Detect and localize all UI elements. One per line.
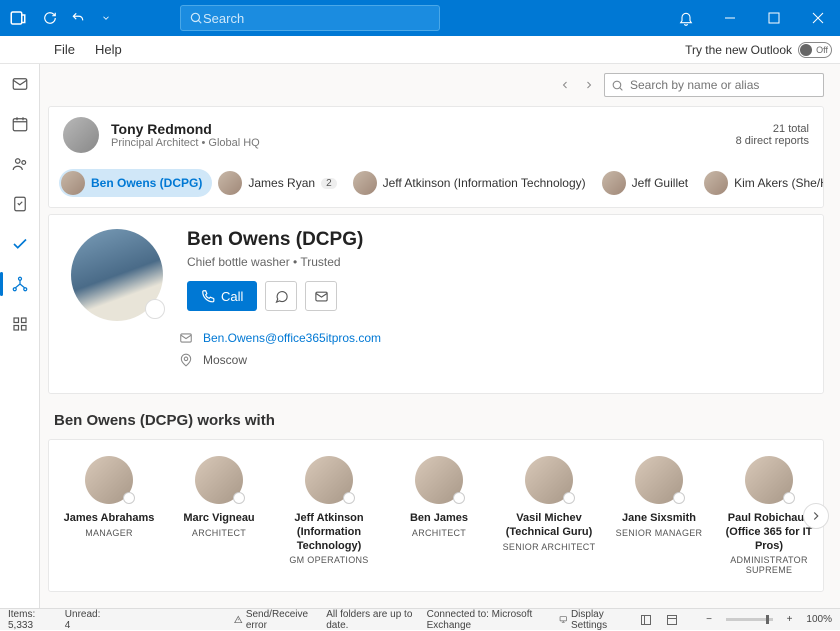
menu-file[interactable]: File [44, 42, 85, 57]
status-send-error[interactable]: Send/Receive error [234, 609, 312, 631]
maximize-button[interactable] [752, 0, 796, 36]
profile-name: Ben Owens (DCPG) [187, 229, 363, 251]
person-avatar [415, 456, 463, 504]
report-tab[interactable]: Jeff Guillet [600, 169, 698, 197]
profile-avatar [71, 229, 163, 321]
person-avatar [305, 456, 353, 504]
view-reading-icon[interactable] [666, 614, 678, 626]
profile-location: Moscow [203, 353, 247, 367]
outlook-app-icon [0, 9, 36, 27]
status-uptodate: All folders are up to date. [326, 609, 412, 631]
works-with-heading: Ben Owens (DCPG) works with [54, 412, 824, 429]
person-avatar [525, 456, 573, 504]
status-items: Items: 5,333 [8, 609, 51, 631]
global-search[interactable] [180, 5, 440, 31]
nav-todo-icon[interactable] [6, 230, 34, 258]
report-tab[interactable]: Ben Owens (DCPG) [59, 169, 212, 197]
profile-subtitle: Chief bottle washer • Trusted [187, 255, 363, 269]
status-display-settings[interactable]: Display Settings [559, 609, 626, 631]
undo-icon[interactable] [64, 4, 92, 32]
nav-forward-button[interactable] [580, 76, 598, 94]
nav-back-button[interactable] [556, 76, 574, 94]
person-card[interactable]: Ben JamesARCHITECT [389, 456, 489, 575]
nav-tasks-icon[interactable] [6, 190, 34, 218]
scroll-right-button[interactable] [803, 503, 829, 529]
nav-more-icon[interactable] [6, 310, 34, 338]
call-button[interactable]: Call [187, 281, 257, 311]
zoom-slider[interactable] [726, 618, 773, 621]
dropdown-icon[interactable] [92, 4, 120, 32]
profile-email-link[interactable]: Ben.Owens@office365itpros.com [203, 331, 381, 345]
header-total: 21 total [736, 123, 809, 135]
location-icon [179, 353, 193, 367]
nav-org-icon[interactable] [6, 270, 34, 298]
nav-people-icon[interactable] [6, 150, 34, 178]
person-card[interactable]: Jane SixsmithSENIOR MANAGER [609, 456, 709, 575]
report-tab[interactable]: Kim Akers (She/Her) [702, 169, 823, 197]
email-button[interactable] [305, 281, 337, 311]
nav-mail-icon[interactable] [6, 70, 34, 98]
tab-avatar [61, 171, 85, 195]
person-avatar [635, 456, 683, 504]
sync-icon[interactable] [36, 4, 64, 32]
person-avatar [195, 456, 243, 504]
try-new-toggle[interactable]: Off [798, 42, 832, 58]
report-tab[interactable]: James Ryan2 [216, 169, 346, 197]
report-tab[interactable]: Jeff Atkinson (Information Technology) [351, 169, 596, 197]
tab-avatar [218, 171, 242, 195]
person-avatar [85, 456, 133, 504]
person-card[interactable]: Jeff Atkinson (Information Technology)GM… [279, 456, 379, 575]
menu-help[interactable]: Help [85, 42, 132, 57]
header-subtitle: Principal Architect • Global HQ [111, 137, 260, 149]
people-search[interactable] [604, 73, 824, 97]
global-search-input[interactable] [203, 11, 431, 26]
person-card[interactable]: Marc VigneauARCHITECT [169, 456, 269, 575]
zoom-out-icon[interactable]: − [706, 614, 712, 625]
nav-calendar-icon[interactable] [6, 110, 34, 138]
minimize-button[interactable] [708, 0, 752, 36]
zoom-in-icon[interactable]: + [787, 614, 793, 625]
zoom-level: 100% [806, 614, 832, 625]
person-card[interactable]: Vasil Michev (Technical Guru)SENIOR ARCH… [499, 456, 599, 575]
tab-avatar [353, 171, 377, 195]
chat-button[interactable] [265, 281, 297, 311]
person-card[interactable]: James AbrahamsMANAGER [59, 456, 159, 575]
header-reports: 8 direct reports [736, 135, 809, 147]
header-name: Tony Redmond [111, 121, 260, 137]
close-button[interactable] [796, 0, 840, 36]
tab-avatar [704, 171, 728, 195]
tab-avatar [602, 171, 626, 195]
try-new-label: Try the new Outlook [685, 43, 792, 57]
status-connected: Connected to: Microsoft Exchange [427, 609, 546, 631]
presence-indicator [145, 299, 165, 319]
header-avatar [63, 117, 99, 153]
bell-icon[interactable] [664, 0, 708, 36]
email-icon [179, 331, 193, 345]
status-unread: Unread: 4 [65, 609, 101, 631]
view-normal-icon[interactable] [640, 614, 652, 626]
person-avatar [745, 456, 793, 504]
people-search-input[interactable] [630, 78, 817, 92]
